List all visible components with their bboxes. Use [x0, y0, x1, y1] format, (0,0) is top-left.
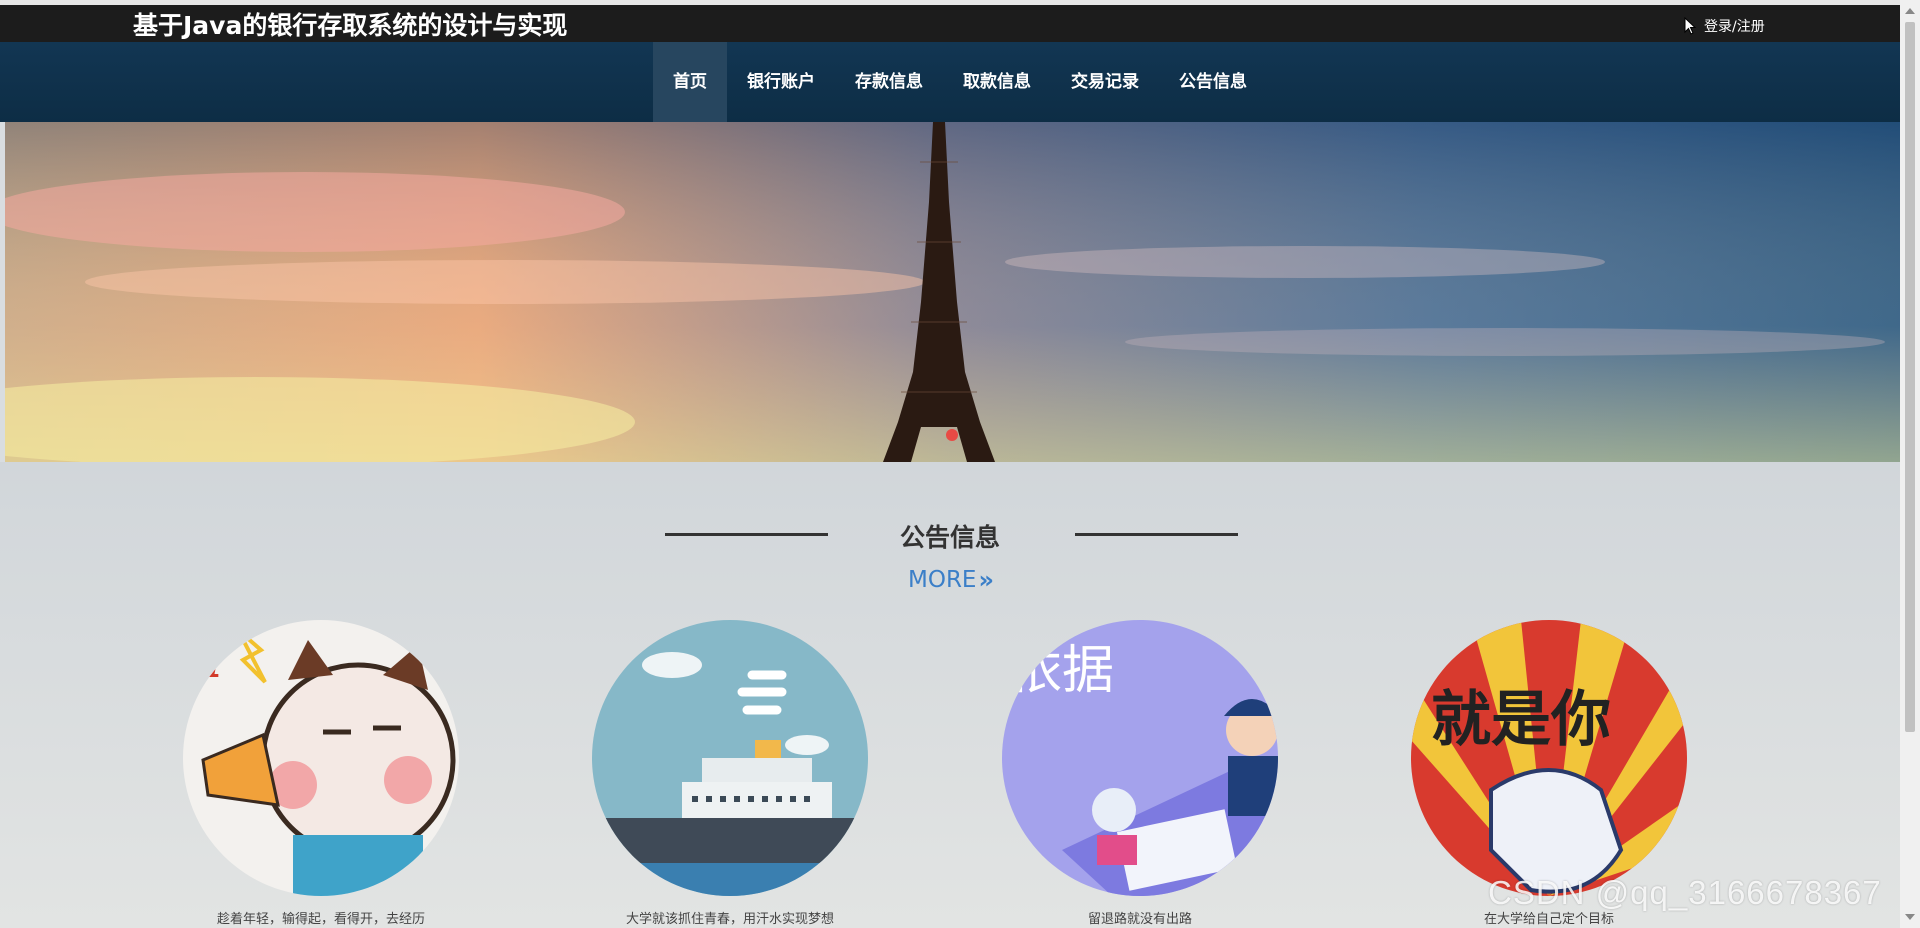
watermark: CSDN @qq_3166678367	[1488, 874, 1882, 911]
more-label: MORE	[908, 567, 977, 593]
announcement-section: 公告信息 MORE » 啦 趁着年轻，输得起，看得开，去经历 大学就该抓住青春，…	[0, 462, 1900, 928]
scroll-thumb[interactable]	[1905, 22, 1915, 732]
card-image[interactable]: 啦	[183, 620, 459, 896]
banner-carousel[interactable]	[5, 122, 1900, 462]
card-image-text: 就是你	[1431, 685, 1611, 755]
announcement-card[interactable]: 大学就该抓住青春，用汗水实现梦想	[550, 620, 910, 927]
card-image-text: 啦	[189, 648, 219, 683]
card-image[interactable]: 就是你	[1411, 620, 1687, 896]
double-chevron-right-icon: »	[978, 566, 994, 594]
card-caption[interactable]: 大学就该抓住青春，用汗水实现梦想	[550, 908, 910, 927]
title-line-left	[665, 533, 828, 536]
card-caption[interactable]: 趁着年轻，输得起，看得开，去经历	[141, 908, 501, 927]
login-register-link[interactable]: 登录/注册	[1684, 16, 1765, 36]
section-title: 公告信息	[899, 523, 1000, 552]
cursor-icon	[1684, 17, 1697, 35]
nav-transactions[interactable]: 交易记录	[1051, 42, 1159, 122]
scroll-up-icon[interactable]	[1905, 8, 1915, 14]
top-bar: 基于Java的银行存取系统的设计与实现 登录/注册	[0, 0, 1920, 42]
site-title: 基于Java的银行存取系统的设计与实现	[133, 11, 568, 40]
card-image[interactable]	[592, 620, 868, 896]
cartoon-ship-image	[592, 620, 868, 896]
vertical-scrollbar[interactable]	[1900, 0, 1920, 928]
announcement-card[interactable]: 啦 趁着年轻，输得起，看得开，去经历	[141, 620, 501, 927]
nav-bank-account[interactable]: 银行账户	[727, 42, 835, 122]
nav-withdraw-info[interactable]: 取款信息	[943, 42, 1051, 122]
title-line-right	[1075, 533, 1238, 536]
nav-home[interactable]: 首页	[653, 42, 727, 122]
more-link[interactable]: MORE »	[908, 566, 994, 594]
banner-image	[5, 122, 1900, 462]
card-image-text: 依据	[1010, 641, 1114, 701]
card-caption[interactable]: 留退路就没有出路	[960, 908, 1320, 927]
cartoon-pointing-image: 就是你	[1411, 620, 1687, 896]
nav-announcements[interactable]: 公告信息	[1159, 42, 1267, 122]
scroll-down-icon[interactable]	[1905, 914, 1915, 920]
main-nav: 首页 银行账户 存款信息 取款信息 交易记录 公告信息	[0, 42, 1900, 122]
cartoon-police-image: 依据	[1002, 620, 1278, 896]
carousel-dot[interactable]	[946, 429, 958, 441]
announcement-card[interactable]: 依据 留退路就没有出路	[960, 620, 1320, 927]
nav-deposit-info[interactable]: 存款信息	[835, 42, 943, 122]
card-image[interactable]: 依据	[1002, 620, 1278, 896]
login-register-label: 登录/注册	[1704, 19, 1765, 35]
cartoon-megaphone-image: 啦	[183, 620, 459, 896]
